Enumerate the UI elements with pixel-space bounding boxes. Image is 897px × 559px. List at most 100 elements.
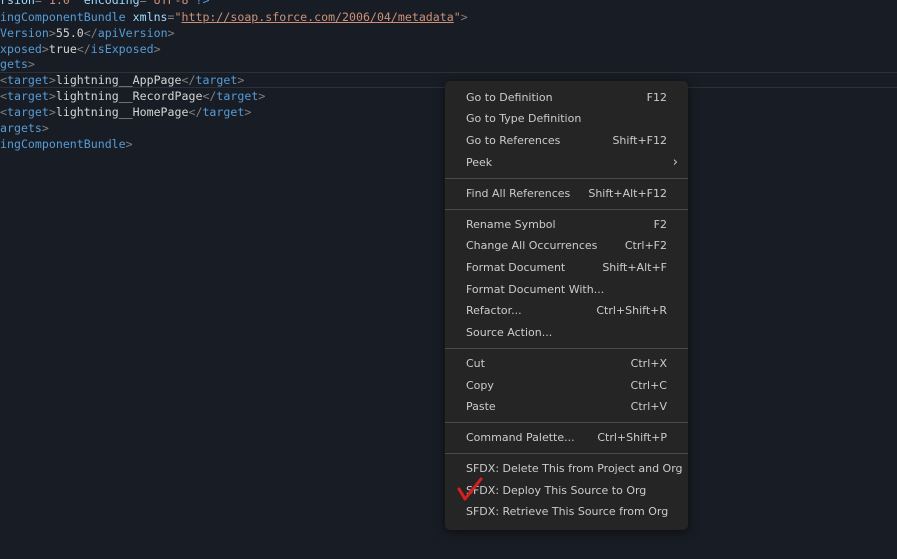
menu-item-label: Go to Definition [466, 91, 553, 104]
code-line: <target>lightning__RecordPage</target> [0, 88, 265, 104]
menu-item-label: Source Action... [466, 326, 553, 339]
menu-item-format-document-with[interactable]: Format Document With... [445, 280, 688, 300]
check-mark-icon [457, 477, 483, 501]
code-token: = [167, 10, 175, 24]
menu-item-label: Command Palette... [466, 431, 575, 444]
menu-item-find-all-references[interactable]: Find All References Shift+Alt+F12 [445, 184, 688, 204]
code-token: target [202, 105, 245, 119]
code-token: < [0, 89, 7, 103]
code-token: </ [188, 105, 203, 119]
code-token: > [41, 42, 49, 56]
menu-item-label: SFDX: Retrieve This Source from Org [466, 505, 669, 518]
code-token: " [174, 10, 182, 24]
menu-item-change-all-occurrences[interactable]: Change All Occurrences Ctrl+F2 [445, 236, 688, 256]
menu-item-label: Go to References [466, 134, 561, 147]
code-token: > [41, 121, 49, 135]
code-token: apiVersion [97, 26, 168, 40]
menu-item-label: Peek [466, 156, 493, 169]
menu-item-shortcut: Ctrl+C [630, 379, 667, 392]
menu-item-label: Refactor... [466, 304, 522, 317]
code-line: Version>55.0</apiVersion> [0, 25, 175, 41]
menu-item-label: Rename Symbol [466, 218, 556, 231]
code-token: > [48, 105, 56, 119]
menu-item-go-to-type-definition[interactable]: Go to Type Definition [445, 109, 688, 129]
menu-item-label: Format Document [466, 261, 566, 274]
menu-item-cut[interactable]: Cut Ctrl+X [445, 354, 688, 374]
code-token: </ [76, 42, 91, 56]
menu-separator [445, 422, 688, 423]
menu-separator [445, 209, 688, 210]
code-line: ingComponentBundle> [0, 136, 133, 152]
code-token: </ [83, 26, 98, 40]
code-token: < [0, 105, 7, 119]
menu-item-rename-symbol[interactable]: Rename Symbol F2 [445, 215, 688, 235]
code-token: true [48, 42, 77, 56]
code-token: > [460, 10, 468, 24]
menu-separator [445, 178, 688, 179]
code-token: > [48, 26, 56, 40]
code-token: > [27, 57, 35, 71]
code-token: lightning__AppPage [55, 73, 182, 87]
menu-item-label: Find All References [466, 187, 571, 200]
menu-item-shortcut: Shift+Alt+F [602, 261, 667, 274]
menu-item-peek[interactable]: Peek › [445, 153, 688, 173]
menu-item-label: Format Document With... [466, 283, 605, 296]
menu-item-copy[interactable]: Copy Ctrl+C [445, 376, 688, 396]
code-token: lightning__HomePage [55, 105, 189, 119]
code-token: > [244, 105, 252, 119]
code-token: encoding [83, 0, 140, 7]
code-token: "1.0" [41, 0, 84, 7]
code-token: > [48, 89, 56, 103]
code-token: " [453, 10, 461, 24]
menu-item-shortcut: Shift+Alt+F12 [588, 187, 667, 200]
menu-item-refactor[interactable]: Refactor... Ctrl+Shift+R [445, 301, 688, 321]
code-line: <target>lightning__AppPage</target> [0, 72, 244, 88]
code-token: < [0, 73, 7, 87]
code-line: xposed>true</isExposed> [0, 41, 161, 57]
code-token: > [153, 42, 161, 56]
menu-item-label: Paste [466, 400, 496, 413]
code-token: argets [0, 121, 42, 135]
menu-item-go-to-definition[interactable]: Go to Definition F12 [445, 88, 688, 108]
code-token: isExposed [90, 42, 154, 56]
code-token: > [48, 73, 56, 87]
code-token: Version [0, 26, 49, 40]
menu-item-shortcut: Shift+F12 [612, 134, 667, 147]
menu-separator [445, 453, 688, 454]
code-token: > [258, 89, 266, 103]
code-token: target [6, 89, 49, 103]
code-token: </ [181, 73, 196, 87]
code-token: > [125, 137, 133, 151]
code-token: target [195, 73, 238, 87]
menu-item-sfdx-retrieve-this-source-from-org[interactable]: SFDX: Retrieve This Source from Org [445, 502, 688, 522]
menu-item-command-palette[interactable]: Command Palette... Ctrl+Shift+P [445, 428, 688, 448]
chevron-right-icon: › [672, 155, 678, 170]
menu-item-go-to-references[interactable]: Go to References Shift+F12 [445, 131, 688, 151]
menu-item-paste[interactable]: Paste Ctrl+V [445, 397, 688, 417]
code-line: gets> [0, 56, 35, 72]
code-token: target [216, 89, 259, 103]
code-token: http://soap.sforce.com/2006/04/metadata [181, 10, 454, 24]
code-token: target [6, 105, 49, 119]
menu-item-format-document[interactable]: Format Document Shift+Alt+F [445, 258, 688, 278]
code-token: > [237, 73, 245, 87]
menu-item-source-action[interactable]: Source Action... [445, 323, 688, 343]
code-token: ?> [195, 0, 210, 7]
context-menu[interactable]: Go to Definition F12 Go to Type Definition… [445, 81, 688, 530]
code-token: "UTF-8" [146, 0, 196, 7]
menu-separator [445, 348, 688, 349]
code-token: ingComponentBundle [0, 10, 133, 24]
code-token: </ [202, 89, 217, 103]
menu-item-shortcut: F2 [653, 218, 667, 231]
code-token: rsion [0, 0, 35, 7]
code-line: argets> [0, 120, 49, 136]
menu-item-shortcut: F12 [646, 91, 667, 104]
menu-item-label: Copy [466, 379, 494, 392]
code-token: ingComponentBundle [0, 137, 126, 151]
menu-item-shortcut: Ctrl+Shift+P [597, 431, 667, 444]
code-line: <target>lightning__HomePage</target> [0, 104, 251, 120]
menu-item-shortcut: Ctrl+V [630, 400, 667, 413]
menu-item-shortcut: Ctrl+Shift+R [596, 304, 667, 317]
menu-item-shortcut: Ctrl+X [630, 357, 667, 370]
code-line: ingComponentBundle xmlns="http://soap.sf… [0, 9, 468, 25]
